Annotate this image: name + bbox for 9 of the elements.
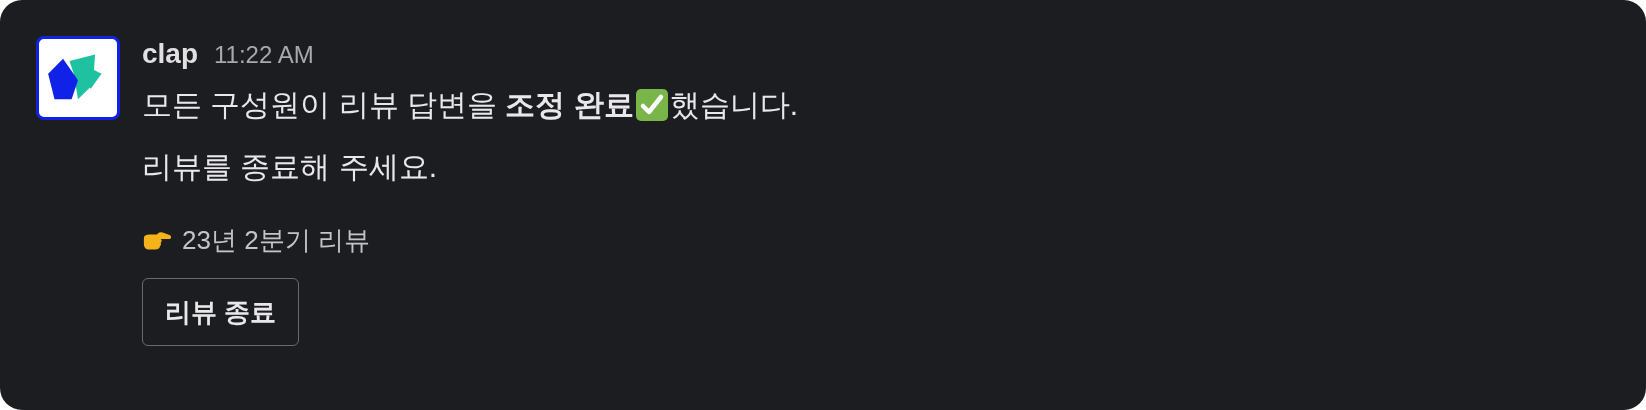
review-link[interactable]: 23년 2분기 리뷰 (182, 222, 370, 258)
app-avatar[interactable] (36, 36, 120, 120)
message-text: 했습니다. (669, 86, 799, 123)
message-text: 리뷰를 종료해 주세요. (142, 148, 437, 185)
check-icon (635, 89, 668, 121)
author-name[interactable]: clap (142, 38, 199, 70)
timestamp[interactable]: 11:22 AM (214, 41, 314, 69)
message-text: 모든 구성원이 리뷰 답변을 조정 완료 (142, 86, 634, 123)
end-review-button[interactable]: 리뷰 종료 (142, 278, 300, 346)
